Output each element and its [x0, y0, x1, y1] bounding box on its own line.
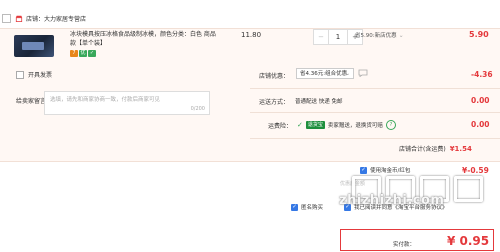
invoice-option[interactable]: 开具发票	[16, 70, 52, 79]
row-divider	[250, 138, 500, 139]
payment-label: 实付款：	[393, 242, 416, 248]
redbag-checkbox[interactable]: ✓	[360, 166, 367, 174]
payment-amount: ¥ 0.95	[447, 234, 490, 248]
item-promo-label: 省5.90:新店优惠	[355, 33, 397, 39]
store-icon	[15, 15, 23, 22]
chevron-down-icon: ⌄	[398, 31, 404, 39]
insurance-option: ✓ 退货宝 卖家赠送，退换货可赔 ?	[297, 120, 396, 130]
product-title[interactable]: 冰块模具按压冰格食品级制冰模，颜色分类：白色 商品款【单个装】	[70, 30, 220, 48]
help-icon[interactable]: ?	[385, 120, 396, 130]
chevron-down-icon: ⌄	[345, 71, 350, 77]
coupon-label: 店铺优惠：	[259, 73, 290, 80]
message-char-count: 0/200	[190, 106, 205, 112]
badge-verified-icon: ✓	[88, 50, 96, 57]
unit-price: 11.80	[241, 31, 262, 39]
insurance-text: 卖家赠送，退换货可赔	[327, 123, 383, 129]
coupon-selected-value: 省4.36元:组合优惠	[300, 71, 348, 77]
invoice-label: 开具发票	[28, 72, 53, 79]
row-divider	[250, 112, 500, 113]
anonymous-option[interactable]: ✓ 匿名购买	[291, 203, 323, 211]
message-placeholder: 选填，请先和商家协商一致，付款后商家可见	[50, 97, 161, 103]
coupon-value: -4.36	[471, 70, 493, 79]
store-total-amount: ¥1.54	[449, 145, 472, 153]
product-thumbnail[interactable]	[14, 35, 54, 57]
anonymous-label: 匿名购买	[301, 205, 324, 211]
quantity-input[interactable]: 1	[329, 30, 347, 44]
redbag-label: 使用淘金币/红包	[370, 168, 411, 174]
item-subtotal: 5.90	[469, 30, 489, 39]
insurance-badge: 退货宝	[305, 121, 325, 129]
store-coupon-select[interactable]: 省4.36元:组合优惠 ⌄	[296, 68, 354, 79]
seller-message-input[interactable]: 选填，请先和商家协商一致，付款后商家可见 0/200	[44, 91, 210, 115]
store-total-label: 店铺合计(含运费)	[399, 146, 446, 153]
shop-select-checkbox[interactable]	[2, 13, 11, 23]
shipping-label: 运送方式：	[259, 99, 290, 106]
check-icon: ✓	[297, 121, 303, 129]
shop-header: 店铺：大力家居专营店	[0, 10, 86, 26]
chat-icon[interactable]	[358, 69, 368, 77]
redbag-option[interactable]: ✓ 使用淘金币/红包	[360, 166, 410, 174]
insurance-value: 0.00	[471, 120, 490, 129]
store-total: 店铺合计(含运费) ¥1.54	[399, 144, 472, 153]
service-badges: 7 优 ✓	[70, 50, 96, 57]
badge-quality-icon: 优	[79, 50, 87, 57]
anonymous-checkbox[interactable]: ✓	[291, 203, 298, 211]
shipping-value: 0.00	[471, 96, 490, 105]
insurance-label: 运费险：	[268, 123, 293, 130]
badge-7day-icon: 7	[70, 50, 78, 57]
shipping-method[interactable]: 普通配送 快递 免邮	[295, 97, 343, 105]
quantity-minus-button[interactable]: −	[314, 30, 329, 44]
item-promo-select[interactable]: 省5.90:新店优惠 ⌄	[355, 31, 404, 40]
redbag-amount: ¥-0.59	[462, 166, 489, 175]
row-divider	[250, 88, 500, 89]
shop-name[interactable]: 店铺：大力家居专营店	[26, 14, 86, 23]
watermark-text: zhizhizhi.com	[339, 193, 445, 208]
invoice-checkbox[interactable]	[16, 70, 24, 79]
